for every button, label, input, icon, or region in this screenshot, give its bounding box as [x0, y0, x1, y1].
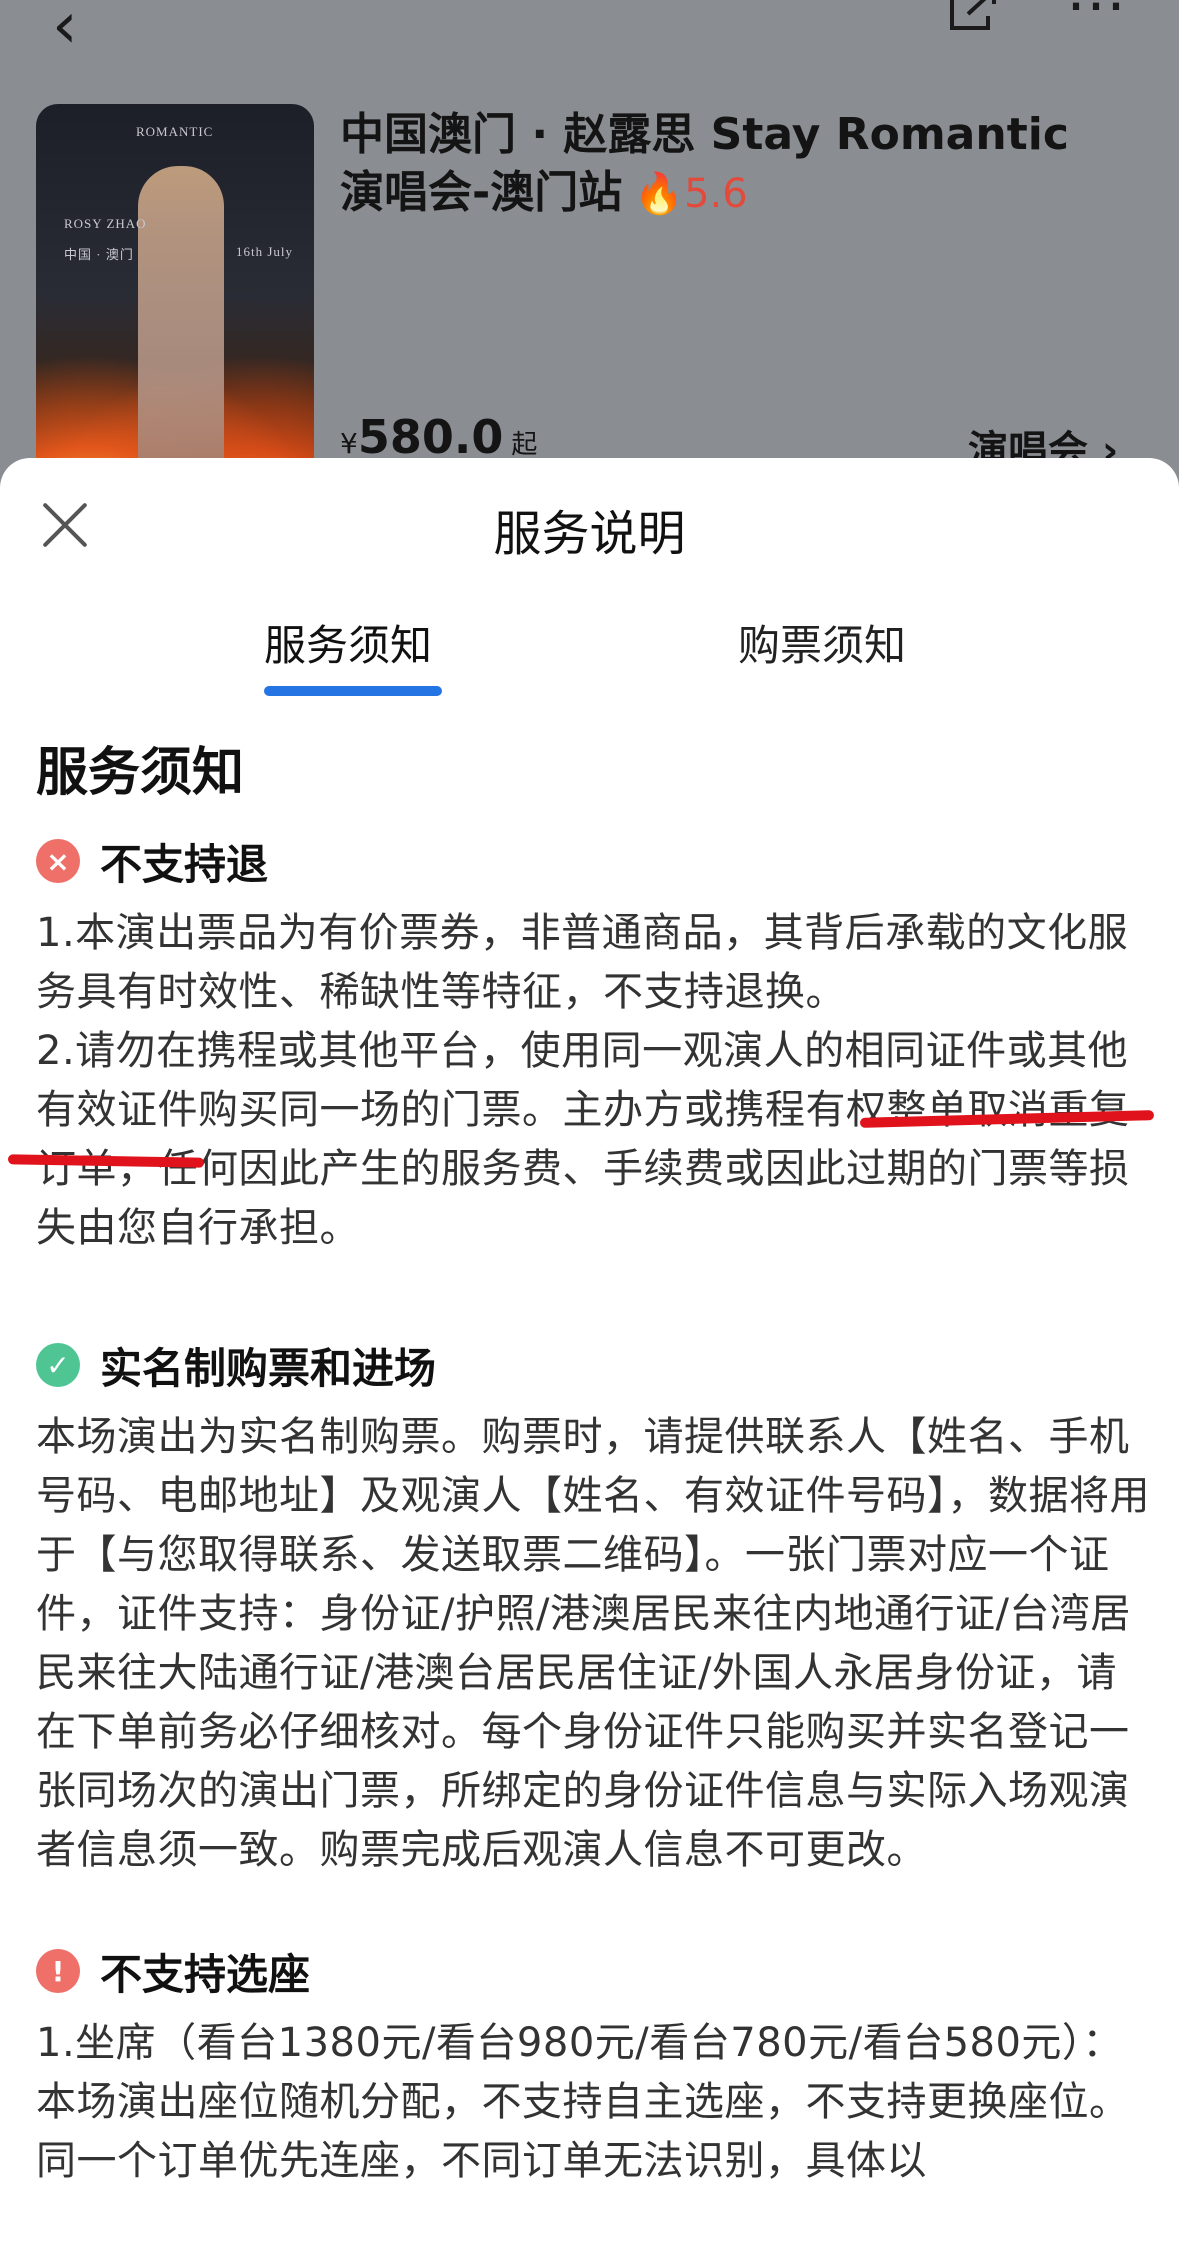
poster-artist-text: ROSY ZHAO — [64, 216, 147, 231]
sheet-title: 服务说明 — [493, 506, 686, 562]
section-title: 服务须知 — [36, 743, 245, 803]
item-heading-text: 不支持选座 — [100, 1949, 311, 1999]
price-value: 580.0 — [357, 410, 504, 464]
service-sheet: 服务说明 服务须知 购票须知 服务须知 × 不支持退 1.本演出票品为有价票券，… — [0, 458, 1179, 2258]
item-heading-real-name: ✓ 实名制购票和进场 — [36, 1334, 1156, 1396]
heat-value: 5.6 — [684, 171, 748, 217]
heat-score: 🔥5.6 — [634, 171, 747, 217]
item-heading-no-refund: × 不支持退 — [36, 830, 1156, 892]
price: ¥580.0 起 — [340, 410, 537, 464]
item-text-real-name: 本场演出为实名制购票。购票时，请提供联系人【姓名、手机号码、电邮地址】及观演人【… — [36, 1414, 1150, 1873]
x-circle-icon: × — [36, 839, 80, 883]
event-title-line2-wrap: 演唱会-澳门站 🔥5.6 — [340, 164, 1140, 223]
item-text-no-seat-select: 1.坐席（看台1380元/看台980元/看台780元/看台580元）：本场演出座… — [36, 2020, 1130, 2184]
item-heading-text: 实名制购票和进场 — [100, 1343, 437, 1393]
event-title[interactable]: 中国澳门 · 赵露思 Stay Romantic 演唱会-澳门站 🔥5.6 — [340, 106, 1140, 223]
event-page-backdrop[interactable]: ‹ ⋯ ROMANTIC ROSY ZHAO 中国 · 澳门 16th July… — [0, 0, 1179, 520]
tab-purchase-notice[interactable]: 购票须知 — [738, 612, 906, 673]
chevron-left-icon[interactable]: ‹ — [52, 0, 78, 58]
active-tab-indicator — [264, 686, 442, 696]
poster-title-text: ROMANTIC — [136, 124, 214, 139]
item-heading-no-seat-select: ! 不支持选座 — [36, 1940, 1156, 2002]
event-title-line1: 中国澳门 · 赵露思 Stay Romantic — [340, 109, 1069, 160]
event-title-line2: 演唱会-澳门站 — [340, 167, 623, 218]
check-circle-icon: ✓ — [36, 1343, 80, 1387]
more-icon[interactable]: ⋯ — [1066, 0, 1128, 40]
price-currency: ¥ — [340, 427, 358, 460]
price-suffix: 起 — [511, 430, 538, 460]
share-icon[interactable] — [948, 0, 1000, 32]
poster-date-text: 16th July — [236, 244, 294, 259]
flame-icon: 🔥 — [634, 171, 685, 217]
item-heading-text: 不支持退 — [100, 839, 269, 889]
tab-service-notice[interactable]: 服务须知 — [264, 612, 432, 673]
notice-content[interactable]: 服务须知 × 不支持退 1.本演出票品为有价票券，非普通商品，其背后承载的文化服… — [36, 738, 1156, 2191]
exclamation-circle-icon: ! — [36, 1949, 80, 1993]
item-text-no-refund: 1.本演出票品为有价票券，非普通商品，其背后承载的文化服务具有时效性、稀缺性等特… — [36, 910, 1130, 1251]
poster-city-text: 中国 · 澳门 — [64, 247, 134, 262]
